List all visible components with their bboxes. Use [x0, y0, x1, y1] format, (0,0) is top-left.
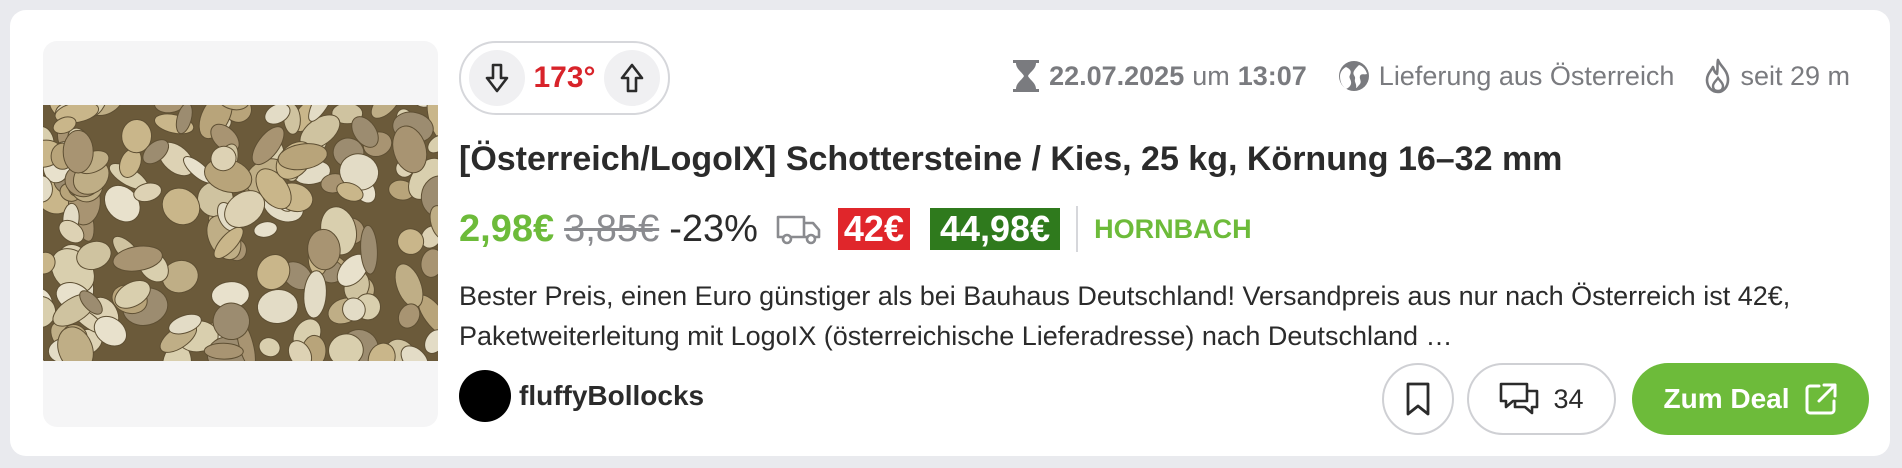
gravel-image: [43, 105, 438, 361]
deal-title[interactable]: [Österreich/LogoIX] Schottersteine / Kie…: [459, 140, 1562, 179]
deal-temperature: 173°: [533, 61, 596, 94]
posted-date: 22.07.2025 um 13:07: [1011, 58, 1307, 94]
deal-description: Bester Preis, einen Euro günstiger als b…: [459, 276, 1879, 356]
avatar[interactable]: [459, 370, 511, 422]
deal-button-label: Zum Deal: [1663, 383, 1790, 414]
merchant-link[interactable]: HORNBACH: [1094, 214, 1252, 245]
bookmark-button[interactable]: [1382, 363, 1454, 435]
truck-icon: [776, 213, 822, 245]
divider: [1076, 206, 1079, 252]
arrow-up-icon: [620, 63, 644, 93]
deal-card: 173° 22.07.2025 um 13:07 Lieferung aus Ö…: [10, 10, 1890, 456]
vote-down-button[interactable]: [469, 50, 525, 106]
deal-age: seit 29 m: [1704, 58, 1850, 94]
comment-count: 34: [1553, 383, 1584, 414]
description-line: Paketweiterleitung mit LogoIX (österreic…: [459, 321, 1453, 351]
comments-button[interactable]: 34: [1467, 363, 1616, 435]
deal-age-text: seit 29 m: [1740, 60, 1850, 91]
shipping-origin: Lieferung aus Österreich: [1337, 59, 1675, 93]
description-line: Bester Preis, einen Euro günstiger als b…: [459, 281, 1791, 311]
date-text: 22.07.2025: [1049, 60, 1185, 91]
shipping-cost-badge: 42€: [837, 208, 910, 250]
total-price-badge: 44,98€: [929, 208, 1061, 250]
vote-box: 173°: [459, 41, 670, 115]
arrow-down-icon: [485, 63, 509, 93]
hourglass-icon: [1013, 60, 1040, 92]
deal-thumbnail[interactable]: [43, 41, 438, 427]
username[interactable]: fluffyBollocks: [519, 380, 704, 412]
posted-by[interactable]: fluffyBollocks: [459, 370, 704, 422]
old-price: 3,85€: [564, 207, 660, 250]
flame-icon: [1706, 58, 1730, 94]
discount-percent: -23%: [669, 207, 758, 250]
time-text: 13:07: [1237, 60, 1307, 91]
bookmark-icon: [1406, 382, 1430, 416]
date-connector: um: [1192, 60, 1230, 91]
comments-icon: [1500, 382, 1539, 415]
vote-up-button[interactable]: [604, 50, 660, 106]
price-row: 2,98€ 3,85€ -23% 42€ 44,98€ HORNBACH: [459, 204, 1252, 254]
shipping-origin-text: Lieferung aus Österreich: [1378, 60, 1675, 91]
go-to-deal-button[interactable]: Zum Deal: [1632, 363, 1869, 435]
deal-price: 2,98€: [459, 207, 555, 250]
external-link-icon: [1805, 383, 1837, 415]
globe-icon: [1338, 61, 1369, 91]
deal-meta: 22.07.2025 um 13:07 Lieferung aus Österr…: [981, 58, 1850, 94]
